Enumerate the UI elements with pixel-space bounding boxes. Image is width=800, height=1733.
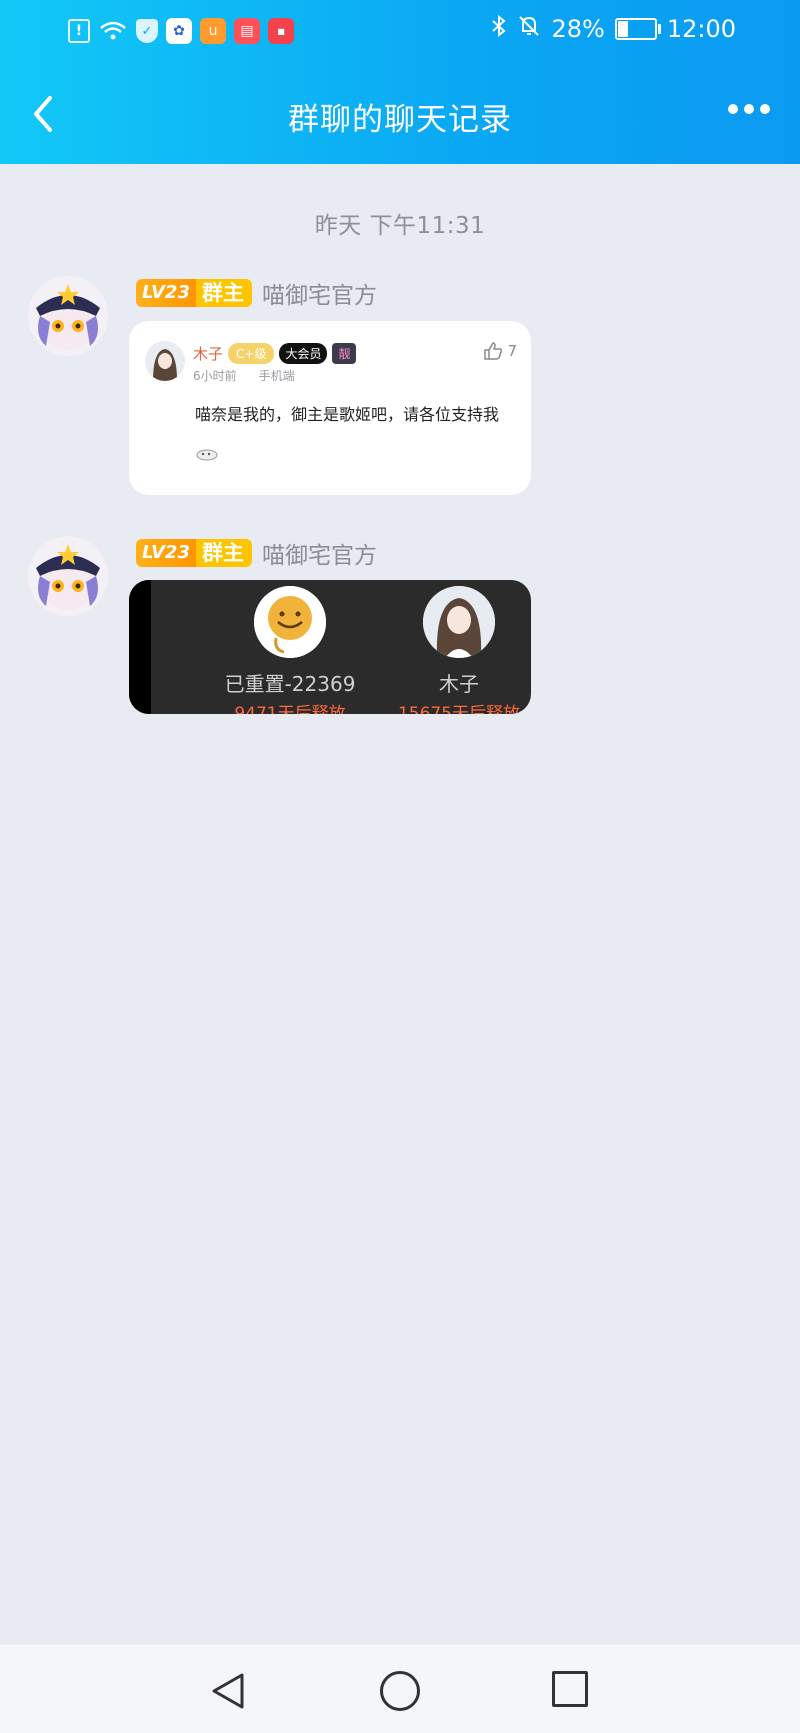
- page-title: 群聊的聊天记录: [288, 102, 512, 138]
- huawei-store-icon: ■: [268, 18, 294, 44]
- member-name: 已重置-22369: [224, 672, 356, 696]
- app-header: ! ✓ ✿ u ▤ ■ 28% 12:00 群聊的聊天记录: [0, 0, 800, 164]
- emoji-sticker-icon: [195, 440, 219, 460]
- chat-timestamp: 昨天 下午11:31: [314, 213, 486, 239]
- sender-avatar[interactable]: [28, 536, 108, 616]
- member-item[interactable]: 已重置-22369 9471天后释放: [205, 586, 375, 714]
- post-text: 喵奈是我的，御主是歌姬吧，请各位支持我: [195, 405, 500, 424]
- alert-icon: !: [68, 19, 90, 43]
- baidu-app-icon: ✿: [166, 18, 192, 44]
- post-time: 6小时前: [193, 369, 237, 383]
- triangle-back-icon: [212, 1673, 244, 1709]
- avatar-image: [36, 284, 100, 350]
- post-content: 喵奈是我的，御主是歌姬吧，请各位支持我: [195, 399, 505, 461]
- role-label: 群主: [195, 279, 252, 307]
- battery-level: [617, 21, 629, 37]
- like-count: 7: [507, 342, 517, 360]
- level-label: LV23: [136, 539, 196, 567]
- system-home-button[interactable]: [380, 1671, 420, 1711]
- post-meta: 6小时前 手机端: [193, 367, 295, 384]
- status-bar-right: 28% 12:00: [491, 14, 736, 44]
- sender-name[interactable]: 喵御宅官方: [262, 536, 377, 570]
- more-dot-icon: [744, 104, 754, 114]
- avatar-image: [36, 544, 100, 610]
- level-label: LV23: [136, 279, 196, 307]
- sender-name[interactable]: 喵御宅官方: [262, 276, 377, 310]
- member-avatar: [423, 586, 495, 658]
- post-author-avatar[interactable]: [145, 341, 185, 381]
- system-navigation-bar: [0, 1645, 800, 1733]
- battery-icon: [614, 18, 661, 40]
- status-bar: ! ✓ ✿ u ▤ ■ 28% 12:00: [0, 0, 800, 64]
- member-name: 木子: [439, 672, 479, 696]
- bluetooth-icon: [491, 14, 507, 44]
- post-device: 手机端: [258, 369, 295, 383]
- uc-browser-icon: u: [200, 18, 226, 44]
- navigation-bar: 群聊的聊天记录: [0, 78, 800, 150]
- more-dot-icon: [728, 104, 738, 114]
- more-dot-icon: [760, 104, 770, 114]
- status-bar-left: ! ✓ ✿ u ▤ ■: [68, 18, 294, 44]
- system-recent-apps-button[interactable]: [552, 1671, 588, 1707]
- clock: 12:00: [666, 15, 736, 43]
- thumbs-up-icon: [484, 342, 503, 360]
- book-app-icon: ▤: [234, 18, 260, 44]
- member-item[interactable]: 木子 15675天后释放: [374, 586, 531, 714]
- card-edge: [129, 580, 151, 714]
- like-button[interactable]: 7: [483, 341, 517, 361]
- sender-avatar[interactable]: [28, 276, 108, 356]
- system-back-button[interactable]: [210, 1671, 246, 1715]
- vip-tag: 大会员: [279, 343, 328, 364]
- shield-icon: ✓: [136, 19, 158, 43]
- release-card[interactable]: 已重置-22369 9471天后释放 木子 15675天后释放: [129, 580, 531, 714]
- sender-info: LV23 群主 喵御宅官方: [136, 276, 377, 310]
- post-author-row: 木子 C+级 大会员 靓: [193, 343, 357, 364]
- more-options-button[interactable]: [728, 104, 770, 114]
- avatar-image: [423, 586, 495, 658]
- smiley-avatar-icon: [254, 586, 326, 658]
- shared-post-card[interactable]: 木子 C+级 大会员 靓 6小时前 手机端 7 喵奈是我的，御主是歌姬吧，请各位…: [129, 321, 531, 495]
- avatar-image: [145, 341, 185, 381]
- mute-bell-icon: [517, 14, 541, 44]
- member-avatar: [254, 586, 326, 658]
- level-badge: LV23 群主: [136, 539, 252, 567]
- release-countdown: 15675天后释放: [397, 704, 521, 714]
- role-label: 群主: [195, 539, 252, 567]
- release-countdown: 9471天后释放: [234, 704, 346, 714]
- sender-info: LV23 群主 喵御宅官方: [136, 536, 377, 570]
- battery-percent: 28%: [551, 15, 605, 43]
- wifi-icon: [98, 19, 128, 43]
- level-tag: C+级: [228, 343, 275, 364]
- level-badge: LV23 群主: [136, 279, 252, 307]
- post-author-name[interactable]: 木子: [193, 343, 223, 364]
- special-tag: 靓: [332, 343, 357, 364]
